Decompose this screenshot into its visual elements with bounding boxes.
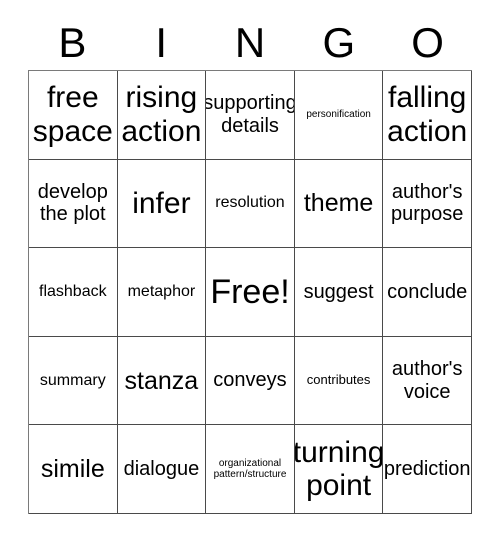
bingo-cell-label: supporting details — [206, 92, 295, 137]
bingo-cell[interactable]: suggest — [294, 248, 384, 337]
bingo-cell-label: simile — [40, 455, 105, 484]
bingo-cell[interactable]: author's purpose — [383, 159, 472, 249]
bingo-cell-label: dialogue — [123, 457, 200, 480]
bingo-cell[interactable]: infer — [117, 159, 207, 249]
bingo-cell-label: personification — [306, 109, 371, 121]
bingo-cell-label: flashback — [39, 283, 107, 301]
header-letter-n: N — [234, 19, 266, 66]
bingo-cell-label: author's purpose — [391, 181, 464, 226]
bingo-cell[interactable]: stanza — [117, 336, 207, 426]
bingo-cell[interactable]: theme — [294, 159, 384, 249]
bingo-cell-label: theme — [303, 189, 374, 218]
bingo-cell[interactable]: organizational pattern/structure — [206, 425, 295, 514]
bingo-card: B I N G O free space rising action support… — [0, 0, 500, 544]
bingo-cell[interactable]: develop the plot — [29, 159, 118, 249]
bingo-cell[interactable]: dialogue — [117, 425, 207, 514]
bingo-cell[interactable]: prediction — [383, 425, 472, 514]
bingo-grid: free space rising action supporting detail… — [28, 70, 472, 514]
bingo-cell-label: contributes — [306, 372, 371, 388]
bingo-cell[interactable]: falling action — [383, 71, 472, 160]
bingo-cell[interactable]: metaphor — [117, 248, 207, 337]
bingo-cell[interactable]: conclude — [383, 248, 472, 337]
bingo-cell[interactable]: personification — [294, 71, 384, 160]
bingo-header: B I N G O — [28, 16, 472, 70]
bingo-cell-label: prediction — [383, 457, 471, 480]
bingo-cell[interactable]: simile — [29, 425, 118, 514]
bingo-cell-label: conveys — [213, 369, 287, 392]
bingo-cell-label: free space — [32, 81, 113, 148]
bingo-cell[interactable]: Free! — [206, 248, 295, 337]
header-letter-o: O — [411, 19, 444, 66]
bingo-cell-label: stanza — [124, 366, 199, 395]
header-letter-b: B — [58, 19, 87, 66]
bingo-cell[interactable]: author's voice — [383, 336, 472, 426]
bingo-cell[interactable]: supporting details — [206, 71, 295, 160]
bingo-cell-label: falling action — [387, 81, 468, 148]
bingo-cell-label: author's voice — [391, 358, 463, 403]
bingo-cell-label: resolution — [215, 194, 285, 212]
header-letter-g: G — [322, 19, 356, 66]
bingo-cell[interactable]: rising action — [117, 71, 207, 160]
bingo-cell-label: Free! — [210, 272, 290, 311]
bingo-cell-label: conclude — [387, 280, 468, 303]
bingo-cell[interactable]: flashback — [29, 248, 118, 337]
header-letter-i: I — [155, 19, 168, 66]
bingo-cell-label: organizational pattern/structure — [213, 458, 287, 481]
bingo-cell-label: turning point — [294, 435, 384, 503]
bingo-cell[interactable]: contributes — [294, 336, 384, 426]
bingo-cell-label: summary — [39, 371, 106, 389]
bingo-cell-label: rising action — [121, 81, 202, 148]
bingo-cell[interactable]: summary — [29, 336, 118, 426]
bingo-cell-label: infer — [132, 186, 191, 220]
bingo-cell-label: metaphor — [127, 283, 196, 301]
bingo-cell-label: suggest — [303, 280, 374, 303]
bingo-cell[interactable]: free space — [29, 71, 118, 160]
bingo-cell[interactable]: resolution — [206, 159, 295, 249]
bingo-cell[interactable]: conveys — [206, 336, 295, 426]
bingo-cell[interactable]: turning point — [294, 425, 384, 514]
bingo-cell-label: develop the plot — [37, 181, 108, 226]
